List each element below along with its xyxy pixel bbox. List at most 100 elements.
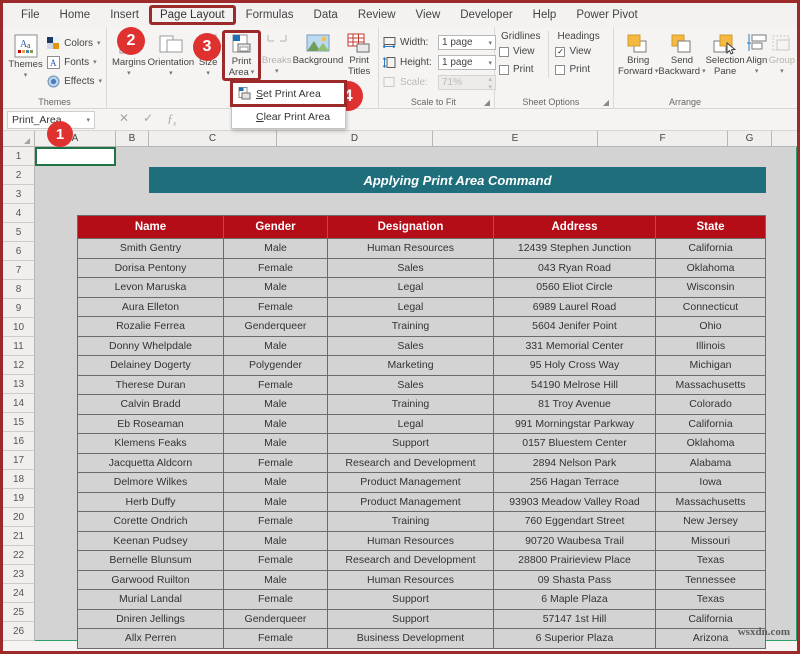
row-header-2[interactable]: 2 (3, 166, 35, 185)
background-button[interactable]: Background (293, 30, 344, 66)
table-cell[interactable]: Therese Duran (78, 375, 224, 395)
table-cell[interactable]: Male (224, 336, 328, 356)
table-cell[interactable]: Male (224, 570, 328, 590)
table-cell[interactable]: Corette Ondrich (78, 512, 224, 532)
row-header-16[interactable]: 16 (3, 432, 35, 451)
table-cell[interactable]: California (656, 239, 766, 259)
effects-caret-icon[interactable]: ▾ (98, 77, 102, 85)
table-cell[interactable]: Donny Whelpdale (78, 336, 224, 356)
table-cell[interactable]: 12439 Stephen Junction (494, 239, 656, 259)
table-cell[interactable]: Female (224, 375, 328, 395)
row-header-3[interactable]: 3 (3, 185, 35, 204)
orientation-caret-icon[interactable]: ▾ (169, 69, 173, 77)
table-cell[interactable]: Human Resources (328, 570, 494, 590)
headings-view-checkbox[interactable]: ✓ View (555, 43, 599, 60)
row-header-15[interactable]: 15 (3, 413, 35, 432)
table-cell[interactable]: Garwood Ruilton (78, 570, 224, 590)
table-row[interactable]: Rozalie FerreaGenderqueerTraining5604 Je… (78, 317, 766, 337)
row-header-17[interactable]: 17 (3, 451, 35, 470)
table-cell[interactable]: Michigan (656, 356, 766, 376)
table-cell[interactable]: Male (224, 492, 328, 512)
column-header-F[interactable]: F (598, 131, 728, 146)
bring-forward-button[interactable]: Bring Forward ▾ (618, 30, 658, 77)
table-cell[interactable]: Sales (328, 375, 494, 395)
table-cell[interactable]: Legal (328, 278, 494, 298)
table-cell[interactable]: Male (224, 414, 328, 434)
gridlines-view-checkbox[interactable]: View (499, 43, 540, 60)
table-cell[interactable]: 09 Shasta Pass (494, 570, 656, 590)
table-cell[interactable]: Research and Development (328, 551, 494, 571)
table-cell[interactable]: Delmore Wilkes (78, 473, 224, 493)
table-cell[interactable]: Genderqueer (224, 609, 328, 629)
themes-button[interactable]: A a Themes ▾ (7, 30, 44, 79)
table-cell[interactable]: 0157 Bluestem Center (494, 434, 656, 454)
table-cell[interactable]: Training (328, 395, 494, 415)
table-cell[interactable]: Rozalie Ferrea (78, 317, 224, 337)
confirm-icon[interactable]: ✓ (143, 111, 153, 127)
table-cell[interactable]: Genderqueer (224, 317, 328, 337)
selection-pane-button[interactable]: Selection Pane (706, 30, 745, 77)
table-cell[interactable]: Oklahoma (656, 258, 766, 278)
column-header-cell[interactable]: Address (494, 216, 656, 239)
row-header-4[interactable]: 4 (3, 204, 35, 223)
table-cell[interactable]: Female (224, 297, 328, 317)
table-row[interactable]: Klemens FeaksMaleSupport0157 Bluestem Ce… (78, 434, 766, 454)
row-header-21[interactable]: 21 (3, 527, 35, 546)
table-cell[interactable]: 256 Hagan Terrace (494, 473, 656, 493)
table-cell[interactable]: 2894 Nelson Park (494, 453, 656, 473)
row-header-10[interactable]: 10 (3, 318, 35, 337)
table-row[interactable]: Garwood RuiltonMaleHuman Resources09 Sha… (78, 570, 766, 590)
table-row[interactable]: Keenan PudseyMaleHuman Resources90720 Wa… (78, 531, 766, 551)
table-row[interactable]: Bernelle BlunsumFemaleResearch and Devel… (78, 551, 766, 571)
table-cell[interactable]: Sales (328, 336, 494, 356)
ribbon-tab-home[interactable]: Home (50, 6, 101, 24)
table-cell[interactable]: Klemens Feaks (78, 434, 224, 454)
ribbon-tab-power-pivot[interactable]: Power Pivot (566, 6, 647, 24)
insert-function-icon[interactable]: ƒx (167, 111, 176, 127)
table-cell[interactable]: Allx Perren (78, 629, 224, 649)
table-cell[interactable]: 043 Ryan Road (494, 258, 656, 278)
headings-print-checkbox[interactable]: Print (555, 61, 599, 78)
table-cell[interactable]: Colorado (656, 395, 766, 415)
column-header-D[interactable]: D (277, 131, 433, 146)
select-all-corner[interactable] (3, 131, 35, 146)
table-cell[interactable]: Calvin Bradd (78, 395, 224, 415)
table-row[interactable]: Herb DuffyMaleProduct Management93903 Me… (78, 492, 766, 512)
cancel-icon[interactable]: ✕ (119, 111, 129, 127)
size-caret-icon[interactable]: ▾ (206, 69, 210, 77)
table-cell[interactable]: Oklahoma (656, 434, 766, 454)
table-cell[interactable]: Female (224, 453, 328, 473)
ribbon-tab-formulas[interactable]: Formulas (236, 6, 304, 24)
align-button[interactable]: Align ▾ (745, 30, 769, 75)
align-caret-icon[interactable]: ▾ (755, 67, 759, 75)
table-cell[interactable]: Murial Landal (78, 590, 224, 610)
table-cell[interactable]: Texas (656, 590, 766, 610)
table-row[interactable]: Levon MaruskaMaleLegal0560 Eliot CircleW… (78, 278, 766, 298)
table-row[interactable]: Dniren JellingsGenderqueerSupport57147 1… (78, 609, 766, 629)
effects-button[interactable]: Effects ▾ (47, 72, 102, 91)
send-backward-button[interactable]: Send Backward ▾ (658, 30, 705, 77)
table-cell[interactable]: Dniren Jellings (78, 609, 224, 629)
table-cell[interactable]: 6 Maple Plaza (494, 590, 656, 610)
table-row[interactable]: Calvin BraddMaleTraining81 Troy AvenueCo… (78, 395, 766, 415)
table-cell[interactable]: Alabama (656, 453, 766, 473)
table-cell[interactable]: Marketing (328, 356, 494, 376)
table-cell[interactable]: Support (328, 609, 494, 629)
table-row[interactable]: Donny WhelpdaleMaleSales331 Memorial Cen… (78, 336, 766, 356)
row-header-6[interactable]: 6 (3, 242, 35, 261)
table-cell[interactable]: Support (328, 590, 494, 610)
table-row[interactable]: Smith GentryMaleHuman Resources12439 Ste… (78, 239, 766, 259)
table-cell[interactable]: Jacquetta Aldcorn (78, 453, 224, 473)
row-header-11[interactable]: 11 (3, 337, 35, 356)
table-cell[interactable]: Male (224, 239, 328, 259)
row-header-7[interactable]: 7 (3, 261, 35, 280)
column-header-cell[interactable]: Designation (328, 216, 494, 239)
table-cell[interactable]: Female (224, 512, 328, 532)
table-cell[interactable]: Herb Duffy (78, 492, 224, 512)
table-cell[interactable]: Product Management (328, 473, 494, 493)
table-row[interactable]: Delmore WilkesMaleProduct Management256 … (78, 473, 766, 493)
ribbon-tab-insert[interactable]: Insert (100, 6, 149, 24)
table-cell[interactable]: Delainey Dogerty (78, 356, 224, 376)
column-header-cell[interactable]: Name (78, 216, 224, 239)
table-cell[interactable]: 6989 Laurel Road (494, 297, 656, 317)
